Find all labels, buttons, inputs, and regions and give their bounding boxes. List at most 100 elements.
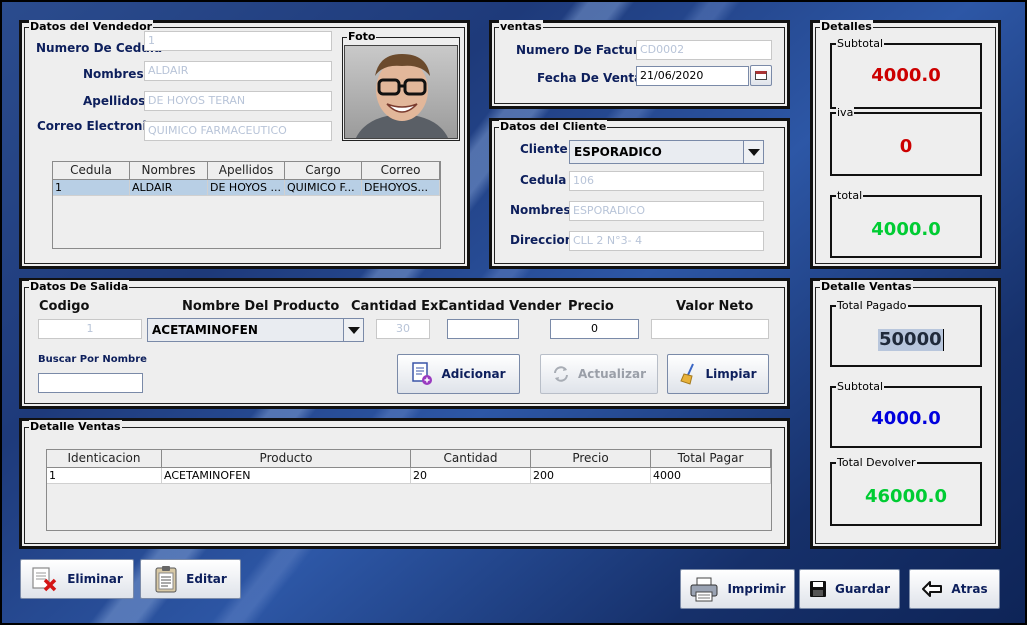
codigo-label: Codigo [39,299,90,314]
table-cell: 1 [53,180,130,196]
guardar-button[interactable]: Guardar [799,569,900,609]
detalle-ventas-table[interactable]: Identicacion Producto Cantidad Precio To… [46,449,772,531]
cliente-cedula-label: Cedula [520,173,567,187]
back-arrow-icon [922,581,943,597]
cantidad-vender-field[interactable] [447,319,519,339]
printer-icon [690,577,718,602]
salida-legend: Datos De Salida [29,280,130,294]
codigo-field[interactable]: 1 [38,319,142,339]
cliente-direccion-field[interactable]: CLL 2 N°3- 4 [569,231,764,251]
vendedor-col-correo[interactable]: Correo [362,162,440,179]
col-total-pagar[interactable]: Total Pagar [651,450,771,467]
table-cell: QUIMICO F... [285,180,362,196]
valor-neto-field[interactable] [651,319,769,339]
table-row[interactable]: 1 ACETAMINOFEN 20 200 4000 [47,468,771,484]
imprimir-button[interactable]: Imprimir [680,569,795,609]
ventas-panel: ventas Numero De Factura CD0002 Fecha De… [489,20,790,109]
total-pagado-input[interactable]: 50000 [878,329,944,351]
factura-field[interactable]: CD0002 [636,40,772,60]
cliente-label: Cliente [520,142,568,156]
table-cell: DEHOYOS... [362,180,440,196]
fecha-field[interactable]: 21/06/2020 [636,66,749,86]
chevron-down-icon[interactable] [343,319,363,341]
total-devolver-value: 46000.0 [865,486,947,507]
calendar-button[interactable] [750,65,772,86]
detalles-total-box: total 4000.0 [830,189,982,258]
total-devolver-box: Total Devolver 46000.0 [830,456,982,526]
detalles-legend: Detalles [820,20,873,34]
producto-select-value: ACETAMINOFEN [152,323,258,337]
vendedor-col-cargo[interactable]: Cargo [285,162,362,179]
cantidad-exi-field[interactable]: 30 [376,319,430,339]
detalle-ventas-panel: Detalle Ventas Identicacion Producto Can… [19,418,790,549]
chevron-down-icon[interactable] [743,141,763,163]
detalles-iva-label: iva [836,106,855,120]
detalle-ventas-legend: Detalle Ventas [29,420,122,434]
limpiar-button[interactable]: Limpiar [667,354,769,394]
save-disk-icon [809,581,826,597]
detalles-subtotal-value: 4000.0 [871,65,941,86]
editar-button[interactable]: Editar [140,559,241,599]
cantidad-vender-label: Cantidad Vender [439,299,562,314]
detalles-subtotal-box: Subtotal 4000.0 [830,37,982,109]
table-cell: 20 [411,468,531,484]
col-precio[interactable]: Precio [531,450,651,467]
vendedor-col-apellidos[interactable]: Apellidos [208,162,285,179]
delete-document-icon [32,567,57,592]
detalle-ventas-header: Identicacion Producto Cantidad Precio To… [47,450,771,468]
actualizar-label: Actualizar [577,367,646,381]
eliminar-button[interactable]: Eliminar [20,559,134,599]
limpiar-label: Limpiar [705,367,757,381]
adicionar-button[interactable]: Adicionar [397,354,520,394]
editar-label: Editar [186,572,227,586]
adicionar-label: Adicionar [441,367,506,381]
cliente-nombres-field[interactable]: ESPORADICO [569,201,764,221]
detalles-panel: Detalles Subtotal 4000.0 iva 0 total 400… [810,20,1001,269]
detalles-iva-box: iva 0 [830,106,982,176]
table-cell: DE HOYOS ... [208,180,285,196]
vendedor-col-cedula[interactable]: Cedula [53,162,130,179]
total-devolver-label: Total Devolver [836,456,917,470]
producto-select[interactable]: ACETAMINOFEN [147,318,364,342]
vendedor-nombres-field[interactable]: ALDAIR [144,61,332,81]
summary-subtotal-label: Subtotal [836,380,885,394]
atras-button[interactable]: Atras [909,569,1000,609]
vendedor-table[interactable]: Cedula Nombres Apellidos Cargo Correo 1 … [52,161,441,249]
cliente-direccion-label: Direccion [510,233,574,247]
vendedor-legend: Datos del Vendedor [29,20,154,34]
foto-legend: Foto [347,30,377,44]
table-cell: 4000 [651,468,771,484]
detalles-iva-value: 0 [899,136,913,157]
total-pagado-box: Total Pagado 50000 [830,299,982,367]
ventas-legend: ventas [499,20,543,34]
valor-neto-label: Valor Neto [676,299,754,314]
table-cell: ACETAMINOFEN [162,468,411,484]
detalles-subtotal-label: Subtotal [836,37,885,51]
cliente-legend: Datos del Cliente [499,120,608,134]
vendedor-panel: Datos del Vendedor Numero De Cedula 1 No… [19,20,470,269]
vendedor-table-header: Cedula Nombres Apellidos Cargo Correo [53,162,440,180]
table-row[interactable]: 1 ALDAIR DE HOYOS ... QUIMICO F... DEHOY… [53,180,440,196]
col-producto[interactable]: Producto [162,450,411,467]
atras-label: Atras [951,582,988,596]
cliente-cedula-field[interactable]: 106 [569,171,764,191]
eliminar-label: Eliminar [67,572,123,586]
vendedor-col-nombres[interactable]: Nombres [130,162,208,179]
cliente-select[interactable]: ESPORADICO [569,140,764,164]
vendedor-correo-field[interactable]: QUIMICO FARMACEUTICO [144,121,332,141]
precio-field[interactable]: 0 [550,319,639,339]
guardar-label: Guardar [834,582,890,596]
seller-photo-image [345,46,457,138]
precio-label: Precio [568,299,614,314]
col-identicacion[interactable]: Identicacion [47,450,162,467]
cliente-select-value: ESPORADICO [574,145,662,159]
apellidos-label: Apellidos [83,94,146,108]
vendedor-apellidos-field[interactable]: DE HOYOS TERAN [144,91,332,111]
detalle-ventas-summary-legend: Detalle Ventas [820,280,913,294]
col-cantidad[interactable]: Cantidad [411,450,531,467]
factura-label: Numero De Factura [516,43,647,57]
buscar-field[interactable] [38,373,143,393]
actualizar-button[interactable]: Actualizar [540,354,658,394]
vendedor-cedula-field[interactable]: 1 [144,31,332,51]
fecha-label: Fecha De Venta [537,71,643,85]
